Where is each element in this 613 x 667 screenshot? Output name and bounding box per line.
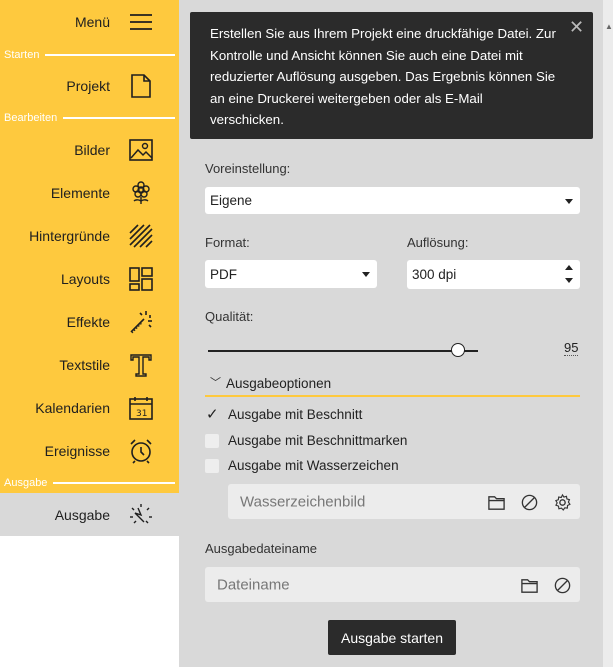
sidebar-item-label: Kalendarien <box>35 400 110 416</box>
sidebar-item-kalendarien[interactable]: Kalendarien 31 <box>0 392 179 424</box>
format-label: Format: <box>205 235 250 250</box>
preset-label: Voreinstellung: <box>205 161 291 176</box>
format-value: PDF <box>210 266 237 282</box>
sidebar-item-effekte[interactable]: Effekte <box>0 306 179 338</box>
sidebar-item-bilder[interactable]: Bilder <box>0 134 179 166</box>
spin-up-icon[interactable] <box>565 265 573 270</box>
options-label: Ausgabeoptionen <box>226 376 332 391</box>
checkbox[interactable] <box>205 458 219 473</box>
resolution-value: 300 dpi <box>412 267 457 282</box>
watermark-placeholder: Wasserzeichenbild <box>240 493 366 510</box>
svg-text:31: 31 <box>136 409 147 419</box>
sidebar-item-ereignisse[interactable]: Ereignisse <box>0 435 179 467</box>
quality-slider-track[interactable] <box>208 350 478 352</box>
hamburger-icon <box>127 8 155 36</box>
chevron-down-icon <box>362 272 370 277</box>
sidebar-item-label: Effekte <box>66 314 110 330</box>
sidebar-item-label: Textstile <box>59 357 110 373</box>
sidebar-item-label: Hintergründe <box>29 228 110 244</box>
sidebar-item-label: Elemente <box>50 185 110 201</box>
text-t-icon <box>127 351 155 379</box>
scroll-up-icon[interactable]: ▲ <box>605 22 613 31</box>
layout-icon <box>127 265 155 293</box>
sidebar-item-label: Ereignisse <box>44 443 110 459</box>
resolution-label: Auflösung: <box>407 235 469 250</box>
info-box: Erstellen Sie aus Ihrem Projekt eine dru… <box>190 12 593 139</box>
preset-value: Eigene <box>210 193 253 208</box>
checkbox[interactable] <box>205 433 219 448</box>
start-output-button[interactable]: Ausgabe starten <box>328 620 456 655</box>
filename-label: Ausgabedateiname <box>205 541 318 556</box>
checkbox-beschnitt[interactable]: ✓ Ausgabe mit Beschnitt <box>205 405 363 423</box>
sidebar: Menü Starten Projekt Bearbeiten Bilder E… <box>0 0 179 536</box>
sidebar-item-label: Layouts <box>60 271 110 287</box>
quality-label: Qualität: <box>205 309 254 324</box>
spin-down-icon[interactable] <box>565 278 573 283</box>
sidebar-item-elemente[interactable]: Elemente <box>0 177 179 209</box>
calendar-icon: 31 <box>127 394 155 422</box>
check-icon: ✓ <box>206 405 219 423</box>
checkbox-wasserzeichen[interactable]: Ausgabe mit Wasserzeichen <box>205 458 399 473</box>
flower-icon <box>127 179 155 207</box>
checkbox-beschnittmarken[interactable]: Ausgabe mit Beschnittmarken <box>205 433 407 448</box>
folder-icon[interactable] <box>485 491 507 513</box>
checkbox-label: Ausgabe mit Beschnitt <box>228 407 363 422</box>
sidebar-empty-area <box>0 536 179 667</box>
sidebar-item-label: Projekt <box>66 78 110 94</box>
section-ausgabe: Ausgabe <box>4 477 175 489</box>
filename-placeholder: Dateiname <box>217 576 290 593</box>
info-text: Erstellen Sie aus Ihrem Projekt eine dru… <box>210 26 556 127</box>
checkbox-label: Ausgabe mit Beschnittmarken <box>228 433 408 448</box>
sidebar-item-hintergruende[interactable]: Hintergründe <box>0 220 179 252</box>
quality-value[interactable]: 95 <box>564 340 579 356</box>
sidebar-item-label: Ausgabe <box>54 506 110 523</box>
image-icon <box>127 136 155 164</box>
checkbox[interactable]: ✓ <box>205 405 219 423</box>
sidebar-item-label: Bilder <box>74 142 110 158</box>
section-starten: Starten <box>4 49 175 61</box>
preset-select[interactable]: Eigene <box>205 187 580 214</box>
chevron-down-icon <box>565 198 573 204</box>
quality-slider-thumb[interactable] <box>450 343 465 357</box>
magic-wand-icon <box>127 308 155 336</box>
folder-icon[interactable] <box>518 574 540 596</box>
spark-output-icon <box>127 501 155 529</box>
sidebar-item-projekt[interactable]: Projekt <box>0 70 179 102</box>
section-bearbeiten: Bearbeiten <box>4 112 175 124</box>
menu-toggle[interactable]: Menü <box>0 8 179 36</box>
format-select[interactable]: PDF <box>205 260 377 288</box>
sidebar-item-ausgabe[interactable]: Ausgabe <box>0 493 179 536</box>
chevron-down-icon: ﹀ <box>210 377 221 389</box>
close-icon[interactable]: ✕ <box>569 17 584 38</box>
checkbox-label: Ausgabe mit Wasserzeichen <box>228 458 399 473</box>
clear-icon[interactable] <box>551 574 573 596</box>
menu-label: Menü <box>74 14 110 30</box>
hatch-pattern-icon <box>127 222 155 250</box>
resolution-stepper[interactable]: 300 dpi <box>407 260 580 289</box>
alarm-clock-icon <box>127 437 155 465</box>
scrollbar[interactable] <box>603 0 613 667</box>
sidebar-item-layouts[interactable]: Layouts <box>0 263 179 295</box>
document-icon <box>127 72 155 100</box>
gear-icon[interactable] <box>551 491 573 513</box>
sidebar-item-textstile[interactable]: Textstile <box>0 349 179 381</box>
options-section-header[interactable]: ﹀ Ausgabeoptionen <box>205 373 580 397</box>
clear-icon[interactable] <box>518 491 540 513</box>
